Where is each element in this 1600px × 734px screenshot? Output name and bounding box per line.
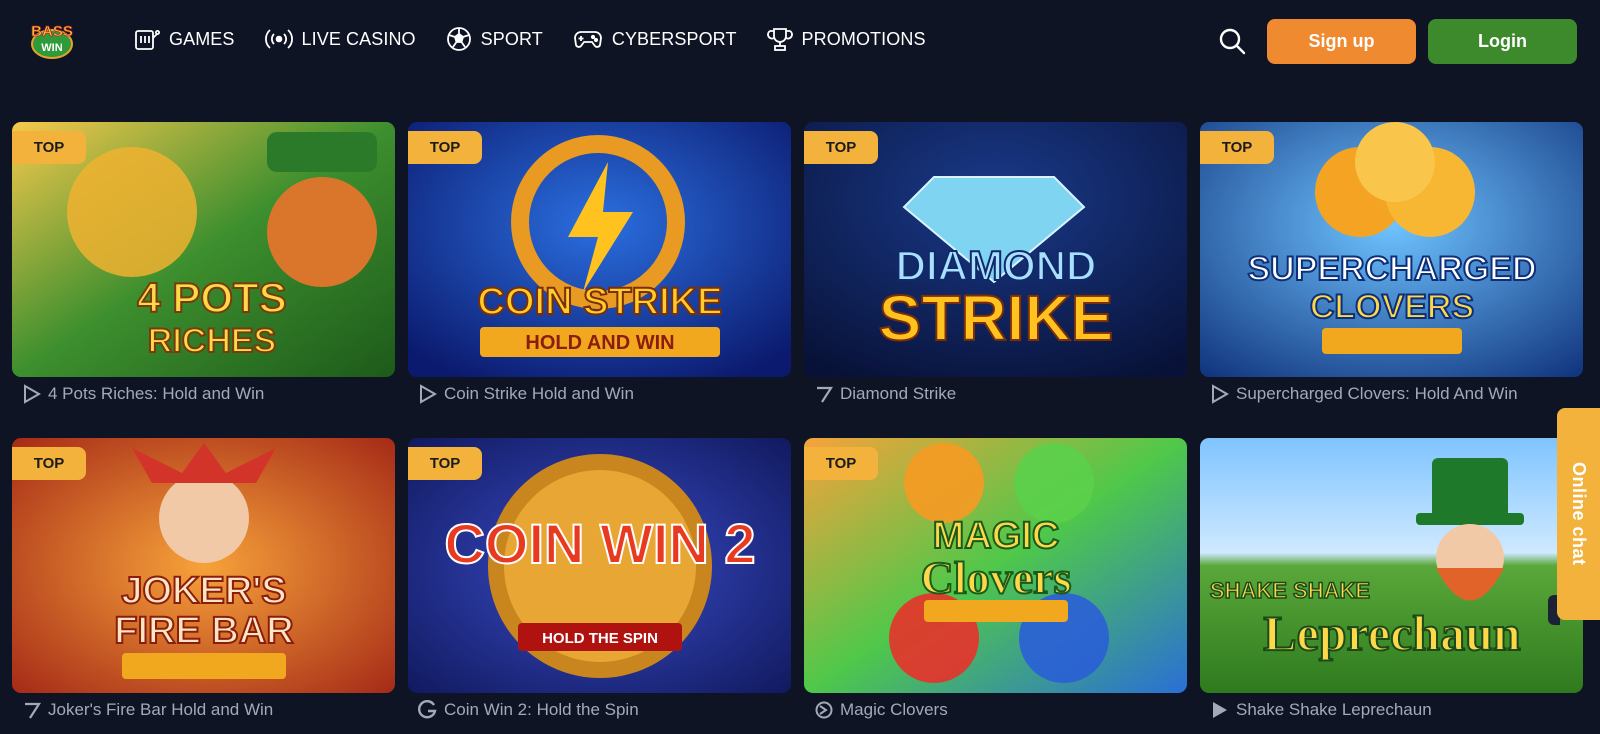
main-nav: GAMES LIVE CASINO SPORT CYBERSPORT PROMO… [134, 26, 956, 52]
svg-text:Clovers: Clovers [921, 552, 1072, 603]
game-card[interactable]: COIN STRIKE HOLD AND WIN TOP Coin Strike… [408, 122, 791, 405]
nav-label: GAMES [169, 28, 235, 49]
nav-cybersport[interactable]: CYBERSPORT [573, 27, 737, 51]
svg-text:MAGIC: MAGIC [933, 515, 1060, 557]
game-title: Coin Win 2: Hold the Spin [444, 700, 639, 719]
nav-promotions[interactable]: PROMOTIONS [766, 26, 926, 52]
game-card[interactable]: DIAMOND STRIKE TOP Diamond Strike [804, 122, 1187, 405]
top-badge: TOP [804, 447, 878, 480]
svg-text:SHAKE SHAKE: SHAKE SHAKE [1210, 578, 1370, 603]
game-card[interactable]: JOKER'S FIRE BAR TOP Joker's Fire Bar Ho… [12, 438, 395, 721]
game-title: Coin Strike Hold and Win [444, 384, 634, 403]
trophy-icon [766, 28, 793, 51]
soccer-ball-icon [446, 27, 471, 51]
play-triangle-icon [1212, 384, 1230, 404]
top-badge: TOP [408, 447, 482, 480]
svg-text:WIN: WIN [41, 42, 62, 54]
game-title: Joker's Fire Bar Hold and Win [48, 700, 274, 719]
svg-text:SUPERCHARGED: SUPERCHARGED [1247, 250, 1536, 288]
svg-text:HOLD AND WIN: HOLD AND WIN [525, 332, 674, 354]
game-card[interactable]: COIN WIN 2 HOLD THE SPIN TOP Coin Win 2:… [408, 438, 791, 721]
game-caption: Coin Strike Hold and Win [408, 383, 791, 405]
svg-text:4 POTS: 4 POTS [137, 274, 286, 321]
game-caption: Magic Clovers [804, 699, 1187, 721]
broadcast-icon [264, 29, 293, 49]
nav-live-casino[interactable]: LIVE CASINO [264, 27, 416, 51]
search-icon[interactable] [1218, 27, 1246, 55]
nav-label: PROMOTIONS [801, 28, 926, 49]
game-thumbnail[interactable]: DIAMOND STRIKE TOP [804, 122, 1187, 377]
svg-text:COIN WIN 2: COIN WIN 2 [444, 512, 755, 575]
svg-text:BASS: BASS [31, 23, 73, 40]
play-triangle-icon [420, 384, 438, 404]
game-caption: Shake Shake Leprechaun [1200, 699, 1583, 721]
svg-text:COIN STRIKE: COIN STRIKE [478, 281, 723, 323]
seven-icon [817, 386, 834, 403]
login-button[interactable]: Login [1428, 19, 1577, 64]
game-thumbnail[interactable]: MAGIC Clovers TOP [804, 438, 1187, 693]
nav-label: CYBERSPORT [611, 28, 737, 49]
gamepad-icon [573, 31, 602, 48]
play-triangle-icon [1213, 702, 1227, 718]
nav-games[interactable]: GAMES [134, 26, 235, 52]
svg-text:JOKER'S: JOKER'S [121, 570, 286, 612]
game-caption: Diamond Strike [804, 383, 1187, 405]
bass-win-logo[interactable]: BASS WIN [18, 20, 86, 60]
g-logo-icon [418, 700, 437, 719]
game-card[interactable]: SHAKE SHAKE Leprechaun Shake Shake Lepre… [1200, 438, 1583, 721]
svg-text:Leprechaun: Leprechaun [1263, 605, 1521, 661]
game-title: Diamond Strike [840, 384, 957, 403]
game-card[interactable]: 4 POTS RICHES TOP 4 Pots Riches: Hold an… [12, 122, 395, 405]
game-card[interactable]: SUPERCHARGED CLOVERS TOP Supercharged Cl… [1200, 122, 1583, 405]
svg-text:FIRE BAR: FIRE BAR [114, 610, 293, 652]
game-thumbnail[interactable]: COIN STRIKE HOLD AND WIN TOP [408, 122, 791, 377]
seven-icon [25, 702, 42, 719]
nav-label: SPORT [480, 28, 543, 49]
game-title: Shake Shake Leprechaun [1236, 700, 1432, 719]
top-badge: TOP [804, 131, 878, 164]
site-header: BASS WIN GAMES LIVE CASINO SPORT CYBERSP… [0, 0, 1600, 84]
nav-label: LIVE CASINO [301, 28, 416, 49]
top-badge: TOP [12, 447, 86, 480]
svg-text:STRIKE: STRIKE [879, 282, 1114, 354]
game-card[interactable]: MAGIC Clovers TOP Magic Clovers [804, 438, 1187, 721]
game-thumbnail[interactable]: JOKER'S FIRE BAR TOP [12, 438, 395, 693]
svg-text:RICHES: RICHES [148, 322, 276, 360]
spiral-icon [815, 701, 833, 719]
signup-button[interactable]: Sign up [1267, 19, 1416, 64]
game-caption: Joker's Fire Bar Hold and Win [12, 699, 395, 721]
game-caption: Supercharged Clovers: Hold And Win [1200, 383, 1583, 405]
game-title: Supercharged Clovers: Hold And Win [1236, 384, 1518, 403]
game-title: Magic Clovers [840, 700, 948, 719]
game-thumbnail[interactable]: 4 POTS RICHES TOP [12, 122, 395, 377]
svg-text:CLOVERS: CLOVERS [1310, 288, 1474, 326]
play-triangle-icon [24, 384, 42, 404]
slot-machine-icon [135, 30, 160, 50]
top-badge: TOP [408, 131, 482, 164]
online-chat-tab[interactable]: Online chat [1557, 408, 1600, 620]
svg-text:HOLD THE SPIN: HOLD THE SPIN [542, 630, 658, 647]
chat-label: Online chat [1569, 462, 1589, 566]
game-art: SHAKE SHAKE Leprechaun [1200, 438, 1583, 693]
game-caption: Coin Win 2: Hold the Spin [408, 699, 791, 721]
game-title: 4 Pots Riches: Hold and Win [48, 384, 265, 403]
nav-sport[interactable]: SPORT [446, 26, 543, 52]
game-thumbnail[interactable]: SHAKE SHAKE Leprechaun [1200, 438, 1583, 693]
game-thumbnail[interactable]: SUPERCHARGED CLOVERS TOP [1200, 122, 1583, 377]
top-badge: TOP [12, 131, 86, 164]
top-badge: TOP [1200, 131, 1274, 164]
game-caption: 4 Pots Riches: Hold and Win [12, 383, 395, 405]
game-thumbnail[interactable]: COIN WIN 2 HOLD THE SPIN TOP [408, 438, 791, 693]
